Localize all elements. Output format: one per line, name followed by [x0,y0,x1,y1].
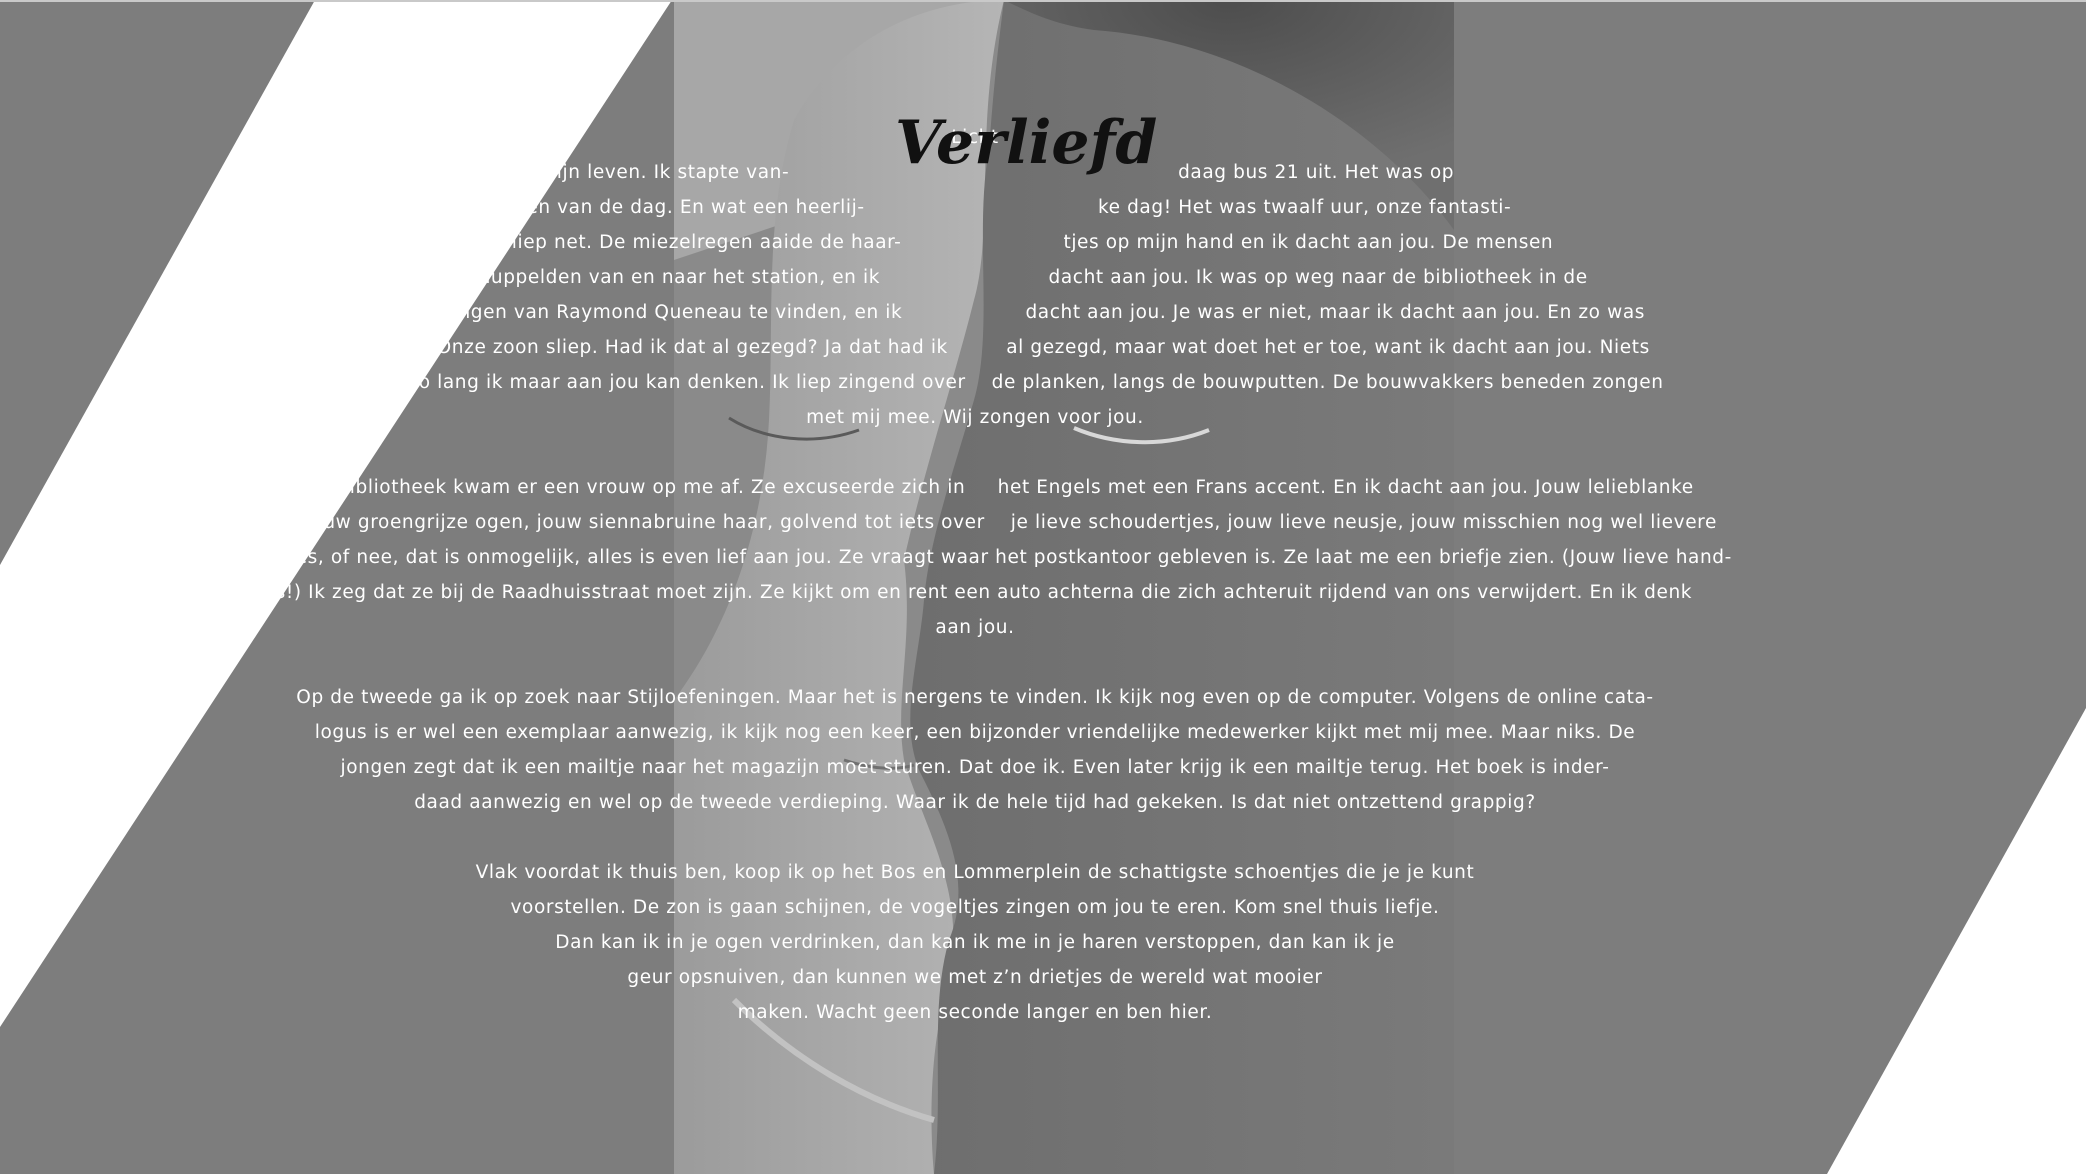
poem-line: sche zoon sliep net. De miezelregen aaid… [396,232,1554,253]
poem-line: jongen zegt dat ik een mailtje naar het … [340,757,1610,778]
stanza-gap [250,435,1700,470]
poem-line: voorstellen. De zon is gaan schijnen, de… [510,897,1440,918]
poem-line: dansten en huppelden van en naar het sta… [362,267,1588,288]
poem-line: Vlak voordat ik thuis ben, koop ik op he… [475,862,1475,883]
poem-line: maken. Wacht geen seconde langer en ben … [737,1002,1213,1023]
stanza-gap [250,645,1700,680]
poem-body: Licht van mijn leven. Ik stapte van- daag… [250,120,1732,1030]
poem-line: jij er toch bij. Onze zoon sliep. Had ik… [300,337,1650,358]
poem-line: doet er toe, zo lang ik maar aan jou kan… [286,372,1664,393]
poem-line: jes!) Ik zeg dat ze bij de Raadhuisstraa… [257,582,1693,603]
poem-line: Voor de bibliotheek kwam er een vrouw op… [256,477,1694,498]
poem-line: Dan kan ik in je ogen verdrinken, dan ka… [555,932,1395,953]
top-border [0,0,2086,2]
poem-line: aan jou. [935,617,1015,638]
page-canvas: Licht van mijn leven. Ik stapte van- daag… [0,0,2086,1174]
poem-line: Op de tweede ga ik op zoek naar Stijloef… [296,687,1654,708]
poem-line: logus is er wel een exemplaar aanwezig, … [314,722,1636,743]
poem-line: met mij mee. Wij zongen voor jou. [806,407,1144,428]
poem-line: daad aanwezig en wel op de tweede verdie… [414,792,1536,813]
white-stripe-right [1827,708,2086,1174]
poem-line: hoop Stijloefeningen van Raymond Queneau… [305,302,1645,323]
poem-line: huid, jouw groengrijze ogen, jouw sienna… [250,512,1717,533]
page-title: Verliefd [895,108,1158,178]
poem-line: geur opsnuiven, dan kunnen we met z’n dr… [627,967,1323,988]
poem-line: oortjes, of nee, dat is onmogelijk, alle… [250,547,1732,568]
stanza-gap [250,820,1700,855]
